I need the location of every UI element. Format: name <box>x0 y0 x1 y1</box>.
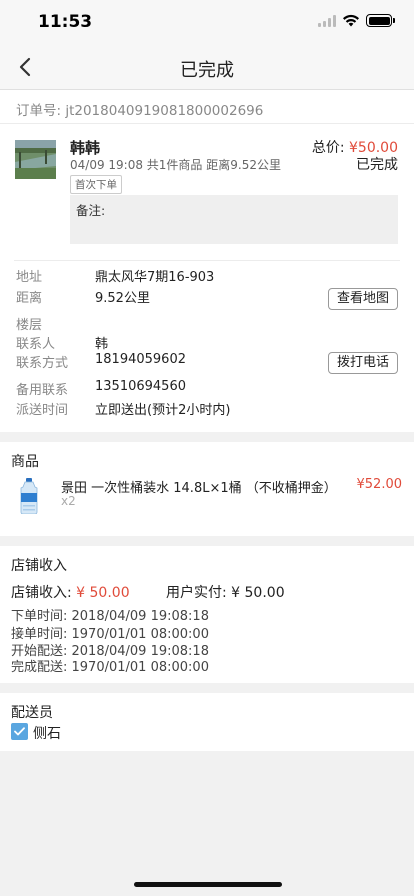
home-indicator[interactable] <box>134 882 282 887</box>
status-bar: 11:53 <box>0 0 414 44</box>
time-label: 完成配送: <box>11 660 72 675</box>
courier-name: 侧石 <box>33 726 61 742</box>
delivery-time-value: 立即送出(预计2小时内) <box>95 403 231 418</box>
paid-value: ¥ 50.00 <box>231 585 285 601</box>
backup-contact-label: 备用联系 <box>16 383 69 398</box>
address-label: 地址 <box>16 270 43 285</box>
page-title: 已完成 <box>180 60 234 81</box>
backup-contact-value: 13510694560 <box>95 379 186 394</box>
total-label: 总价: <box>311 140 349 156</box>
status-time: 11:53 <box>38 12 93 32</box>
order-meta: 04/09 19:08 共1件商品 距离9.52公里 <box>70 158 281 172</box>
shop-name: 韩韩 <box>70 139 101 157</box>
goods-item-name: 景田 一次性桶装水 14.8L×1桶 （不收桶押金） <box>61 481 337 496</box>
phone-label: 联系方式 <box>16 356 69 371</box>
income-card: 店铺收入 店铺收入: ¥ 50.00 用户实付: ¥ 50.00 下单时间: 2… <box>0 546 414 683</box>
view-map-button[interactable]: 查看地图 <box>327 288 398 310</box>
order-card: 订单号: jt2018040919081800002696 韩韩 04/09 1… <box>0 90 414 432</box>
distance-label: 距离 <box>16 291 43 306</box>
floor-label: 楼层 <box>16 318 43 333</box>
shop-income: 店铺收入: ¥ 50.00 <box>11 582 130 602</box>
divider <box>14 260 400 261</box>
courier-checkbox[interactable] <box>11 723 28 740</box>
order-time-row: 下单时间: 2018/04/09 19:08:18 <box>11 605 209 624</box>
order-number: 订单号: jt2018040919081800002696 <box>16 103 264 119</box>
goods-title: 商品 <box>11 454 39 470</box>
remark-label: 备注: <box>76 203 106 218</box>
delivery-time-label: 派送时间 <box>16 403 69 418</box>
remark-box: 备注: <box>70 195 398 244</box>
time-value: 2018/04/09 19:08:18 <box>71 609 209 624</box>
shop-income-value: ¥ 50.00 <box>76 585 130 601</box>
battery-icon <box>366 14 395 27</box>
goods-item-qty: x2 <box>61 494 76 508</box>
status-icons <box>318 14 395 27</box>
wifi-icon <box>343 14 359 27</box>
shop-thumbnail <box>15 140 56 179</box>
divider <box>0 123 414 124</box>
income-title: 店铺收入 <box>11 558 67 574</box>
order-status: 已完成 <box>356 157 398 173</box>
finish-delivery-row: 完成配送: 1970/01/01 08:00:00 <box>11 656 209 675</box>
contact-label: 联系人 <box>16 337 56 352</box>
goods-item-price: ¥52.00 <box>356 477 403 492</box>
user-paid: 用户实付: ¥ 50.00 <box>166 582 285 602</box>
courier-card: 配送员 <box>0 693 414 751</box>
contact-value: 韩 <box>95 337 109 352</box>
time-value: 1970/01/01 08:00:00 <box>71 660 209 675</box>
signal-icon <box>318 14 336 27</box>
shop-income-label: 店铺收入: <box>11 585 77 601</box>
first-order-badge: 首次下单 <box>70 175 122 194</box>
phone-value: 18194059602 <box>95 352 186 367</box>
nav-bar: 已完成 <box>0 44 414 90</box>
call-button[interactable]: 拨打电话 <box>327 352 398 374</box>
time-label: 下单时间: <box>11 609 72 624</box>
address-value: 鼎太风华7期16-903 <box>95 270 215 285</box>
courier-title: 配送员 <box>11 705 53 721</box>
checkmark-icon <box>14 727 25 736</box>
paid-label: 用户实付: <box>166 585 232 601</box>
distance-value: 9.52公里 <box>95 291 150 306</box>
water-bottle-icon <box>17 478 41 515</box>
